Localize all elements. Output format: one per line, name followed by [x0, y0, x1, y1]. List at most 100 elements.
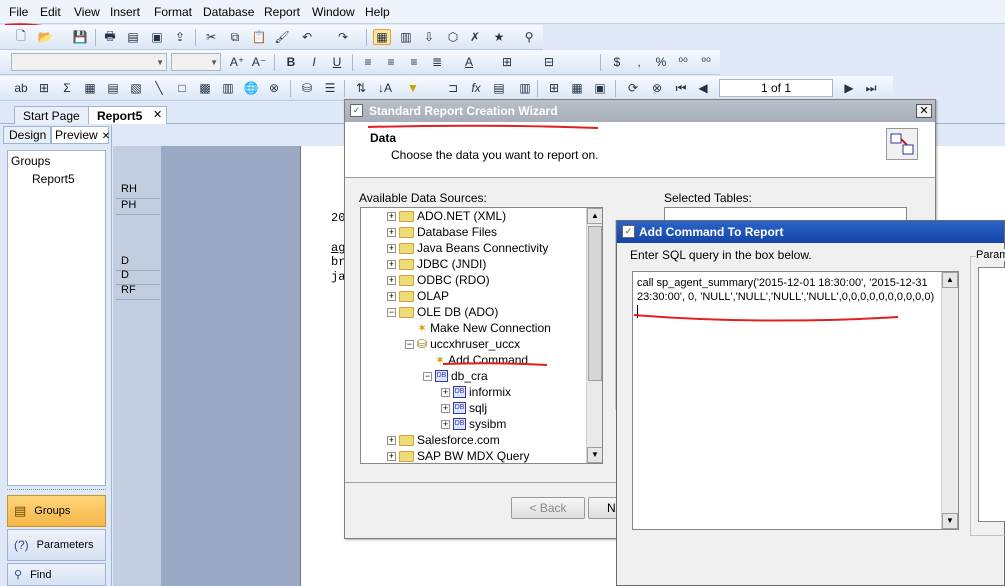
new-icon[interactable]: 🗋 [12, 29, 30, 45]
tree-node[interactable]: − ⛁ uccxhruser_uccx [405, 336, 520, 352]
parameters-list[interactable] [978, 267, 1005, 522]
tab-preview[interactable]: Preview ✕ [51, 126, 110, 144]
expand-icon[interactable]: + [387, 451, 396, 461]
toggle-icon[interactable]: ⬡ [444, 29, 462, 45]
font-color-icon[interactable]: A [460, 54, 478, 70]
guidelines-icon[interactable]: ▦ [568, 80, 586, 96]
last-page-icon[interactable]: ⏭ [862, 80, 880, 96]
scroll-up-icon[interactable]: ▲ [942, 272, 958, 288]
menu-edit[interactable]: Edit [40, 5, 61, 19]
nav-find-button[interactable]: ⚲ Find [7, 563, 106, 586]
back-button[interactable]: < Back [511, 497, 585, 519]
tree-node[interactable]: + SAP BW MDX Query [387, 448, 529, 463]
thousands-icon[interactable]: , [630, 54, 648, 70]
error-icon[interactable]: ✗ [466, 29, 484, 45]
group-item-report5[interactable]: Report5 [32, 172, 75, 186]
scroll-thumb[interactable] [588, 226, 602, 381]
align-center-icon[interactable]: ≡ [382, 54, 400, 70]
menu-format[interactable]: Format [154, 5, 192, 19]
menu-report[interactable]: Report [264, 5, 300, 19]
expand-icon[interactable]: + [387, 435, 396, 445]
tree-node[interactable]: + Database Files [387, 224, 497, 240]
star-icon[interactable]: ★ [490, 29, 508, 45]
expand-icon[interactable]: + [387, 227, 396, 237]
nav-groups-button[interactable]: ▤ Groups [7, 495, 106, 527]
underline-icon[interactable]: U [328, 54, 346, 70]
redo-icon[interactable]: ↷ [334, 29, 352, 45]
grid-icon[interactable]: ⊞ [545, 80, 563, 96]
copy-icon[interactable]: ⧉ [226, 29, 244, 45]
section-rh[interactable]: RH [116, 183, 160, 199]
scroll-up-icon[interactable]: ▲ [587, 208, 602, 224]
data-sources-tree[interactable]: + ADO.NET (XML) + Database Files + Java Beans… [360, 207, 603, 464]
template-icon[interactable]: ▤ [490, 80, 508, 96]
filter-icon[interactable]: ▼ [404, 80, 422, 96]
save-icon[interactable]: 💾 [71, 29, 89, 45]
section-ph[interactable]: PH [116, 199, 160, 215]
menu-help[interactable]: Help [365, 5, 390, 19]
menu-window[interactable]: Window [312, 5, 355, 19]
align-left-icon[interactable]: ≡ [359, 54, 377, 70]
group-icon[interactable]: ⊞ [35, 80, 53, 96]
open-icon[interactable]: 📂 [36, 29, 54, 45]
select-expert-icon[interactable]: ▥ [516, 80, 534, 96]
menu-database[interactable]: Database [203, 5, 254, 19]
tree-node[interactable]: + JDBC (JNDI) [387, 256, 486, 272]
italic-icon[interactable]: I [305, 54, 323, 70]
font-select[interactable]: ▼ [11, 53, 167, 71]
expand-icon[interactable]: + [387, 275, 396, 285]
expand-icon[interactable]: + [387, 243, 396, 253]
page-setup-icon[interactable]: ▣ [148, 29, 166, 45]
tree-node[interactable]: + Java Beans Connectivity [387, 240, 548, 256]
close-icon[interactable]: ✕ [153, 108, 162, 121]
close-icon[interactable]: ✕ [102, 131, 110, 142]
menu-file[interactable]: File [9, 5, 28, 19]
tree-node[interactable]: + ODBC (RDO) [387, 272, 490, 288]
group-expert-icon[interactable]: ☰ [321, 80, 339, 96]
grow-font-icon[interactable]: A⁺ [228, 54, 246, 70]
tooltip-icon[interactable]: ▣ [591, 80, 609, 96]
tree-node[interactable]: ✶ Make New Connection [405, 320, 551, 336]
bold-icon[interactable]: B [282, 54, 300, 70]
collapse-icon[interactable]: − [423, 371, 432, 381]
section-d2[interactable]: D [116, 269, 160, 285]
tree-node[interactable]: − OLE DB (ADO) [387, 304, 498, 320]
decimal-icon[interactable]: ⁰⁰ [674, 54, 692, 70]
expand-icon[interactable]: + [441, 419, 450, 429]
justify-icon[interactable]: ≣ [428, 54, 446, 70]
expand-icon[interactable]: + [387, 211, 396, 221]
menu-view[interactable]: View [74, 5, 100, 19]
summary-icon[interactable]: Σ [58, 80, 76, 96]
tab-start-page[interactable]: Start Page [14, 106, 89, 124]
tree-node[interactable]: + DB sysibm [441, 416, 506, 432]
tree-node[interactable]: + ADO.NET (XML) [387, 208, 506, 224]
expand-icon[interactable]: + [387, 291, 396, 301]
tree-node[interactable]: − DB db_cra [423, 368, 488, 384]
sql-scrollbar[interactable]: ▲ ▼ [941, 272, 958, 529]
currency-icon[interactable]: $ [608, 54, 626, 70]
menu-insert[interactable]: Insert [110, 5, 140, 19]
refresh-icon[interactable]: ⟳ [624, 80, 642, 96]
repository-icon[interactable]: ⇩ [420, 29, 438, 45]
crosstab-icon[interactable]: ▦ [81, 80, 99, 96]
box-icon[interactable]: □ [173, 80, 191, 96]
splitter[interactable] [7, 489, 106, 493]
binoculars-icon[interactable]: ⚲ [520, 29, 538, 45]
map-icon[interactable]: ▧ [127, 80, 145, 96]
tree-scrollbar[interactable]: ▲ ▼ [586, 208, 602, 463]
expand-icon[interactable]: + [387, 259, 396, 269]
page-indicator[interactable]: 1 of 1 [719, 79, 833, 97]
database-expert-icon[interactable]: ⛁ [298, 80, 316, 96]
ole-icon[interactable]: ⊗ [265, 80, 283, 96]
nav-parameters-button[interactable]: (?) Parameters [7, 529, 106, 561]
section-expert-icon[interactable]: ⊐ [444, 80, 462, 96]
sort-icon[interactable]: ⇅ [352, 80, 370, 96]
export-icon[interactable]: ⇪ [171, 29, 189, 45]
undo-icon[interactable]: ↶ [298, 29, 316, 45]
expand-icon[interactable]: + [441, 387, 450, 397]
formula-icon[interactable]: fx [467, 80, 485, 96]
prev-page-icon[interactable]: ◀ [694, 80, 712, 96]
chart-icon[interactable]: ▥ [219, 80, 237, 96]
next-button[interactable]: N [588, 497, 618, 519]
font-size-select[interactable]: ▼ [171, 53, 221, 71]
